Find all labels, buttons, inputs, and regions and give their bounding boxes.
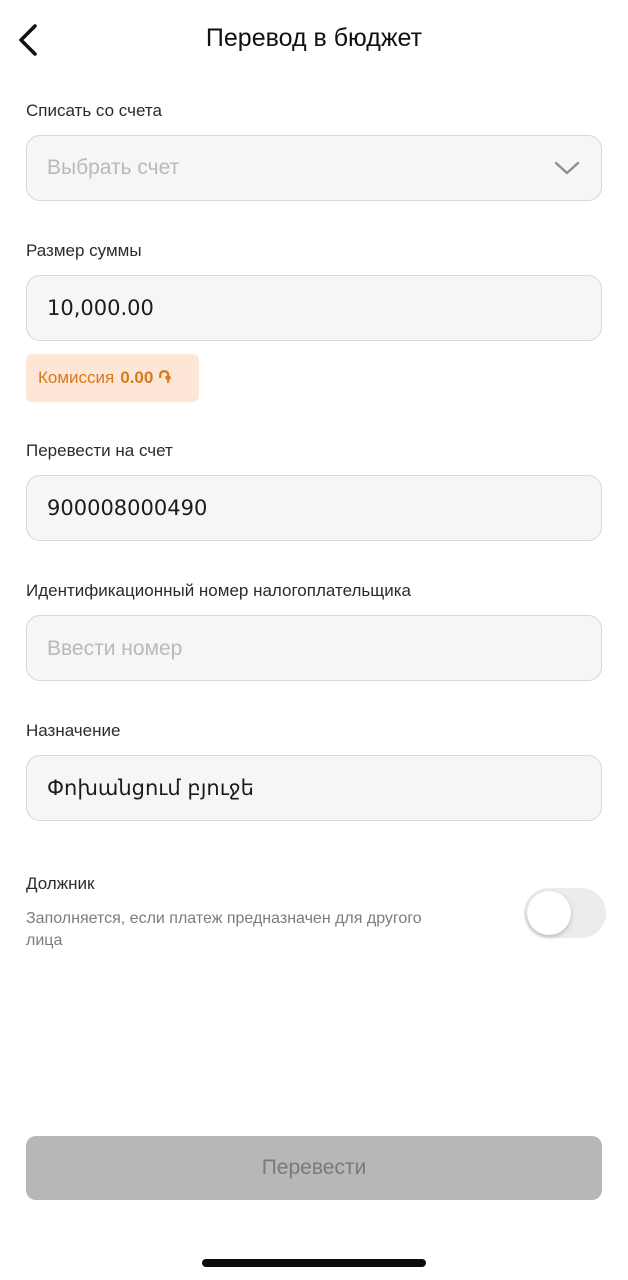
chevron-down-icon — [553, 154, 581, 182]
purpose-field-wrap — [26, 755, 602, 821]
source-account-label: Списать со счета — [26, 101, 162, 120]
purpose-input[interactable] — [47, 776, 581, 800]
amount-label: Размер суммы — [26, 241, 142, 260]
source-account-select[interactable]: Выбрать счет — [26, 135, 602, 201]
tax-id-label: Идентификационный номер налогоплательщик… — [26, 581, 411, 600]
transfer-button[interactable]: Перевести — [26, 1136, 602, 1200]
amount-input[interactable] — [47, 296, 581, 320]
debtor-description: Заполняется, если платеж предназначен дл… — [26, 910, 422, 949]
target-account-input[interactable] — [47, 496, 581, 520]
purpose-label: Назначение — [26, 721, 121, 740]
commission-badge: Комиссия 0.00 ֏ — [26, 354, 199, 402]
target-account-label: Перевести на счет — [26, 441, 173, 460]
commission-value: 0.00 — [120, 368, 154, 387]
amount-field-wrap — [26, 275, 602, 341]
tax-id-input[interactable] — [47, 636, 581, 660]
debtor-title: Должник — [26, 874, 95, 893]
debtor-toggle[interactable] — [524, 888, 606, 938]
source-account-placeholder: Выбрать счет — [47, 156, 180, 179]
tax-id-field-wrap — [26, 615, 602, 681]
page-title: Перевод в бюджет — [205, 24, 423, 52]
header: Перевод в бюджет — [0, 0, 628, 80]
target-account-field-wrap — [26, 475, 602, 541]
toggle-knob — [527, 891, 571, 935]
home-indicator — [202, 1259, 426, 1267]
commission-label: Комиссия — [38, 368, 115, 387]
currency-dram-icon: ֏ — [158, 368, 171, 387]
